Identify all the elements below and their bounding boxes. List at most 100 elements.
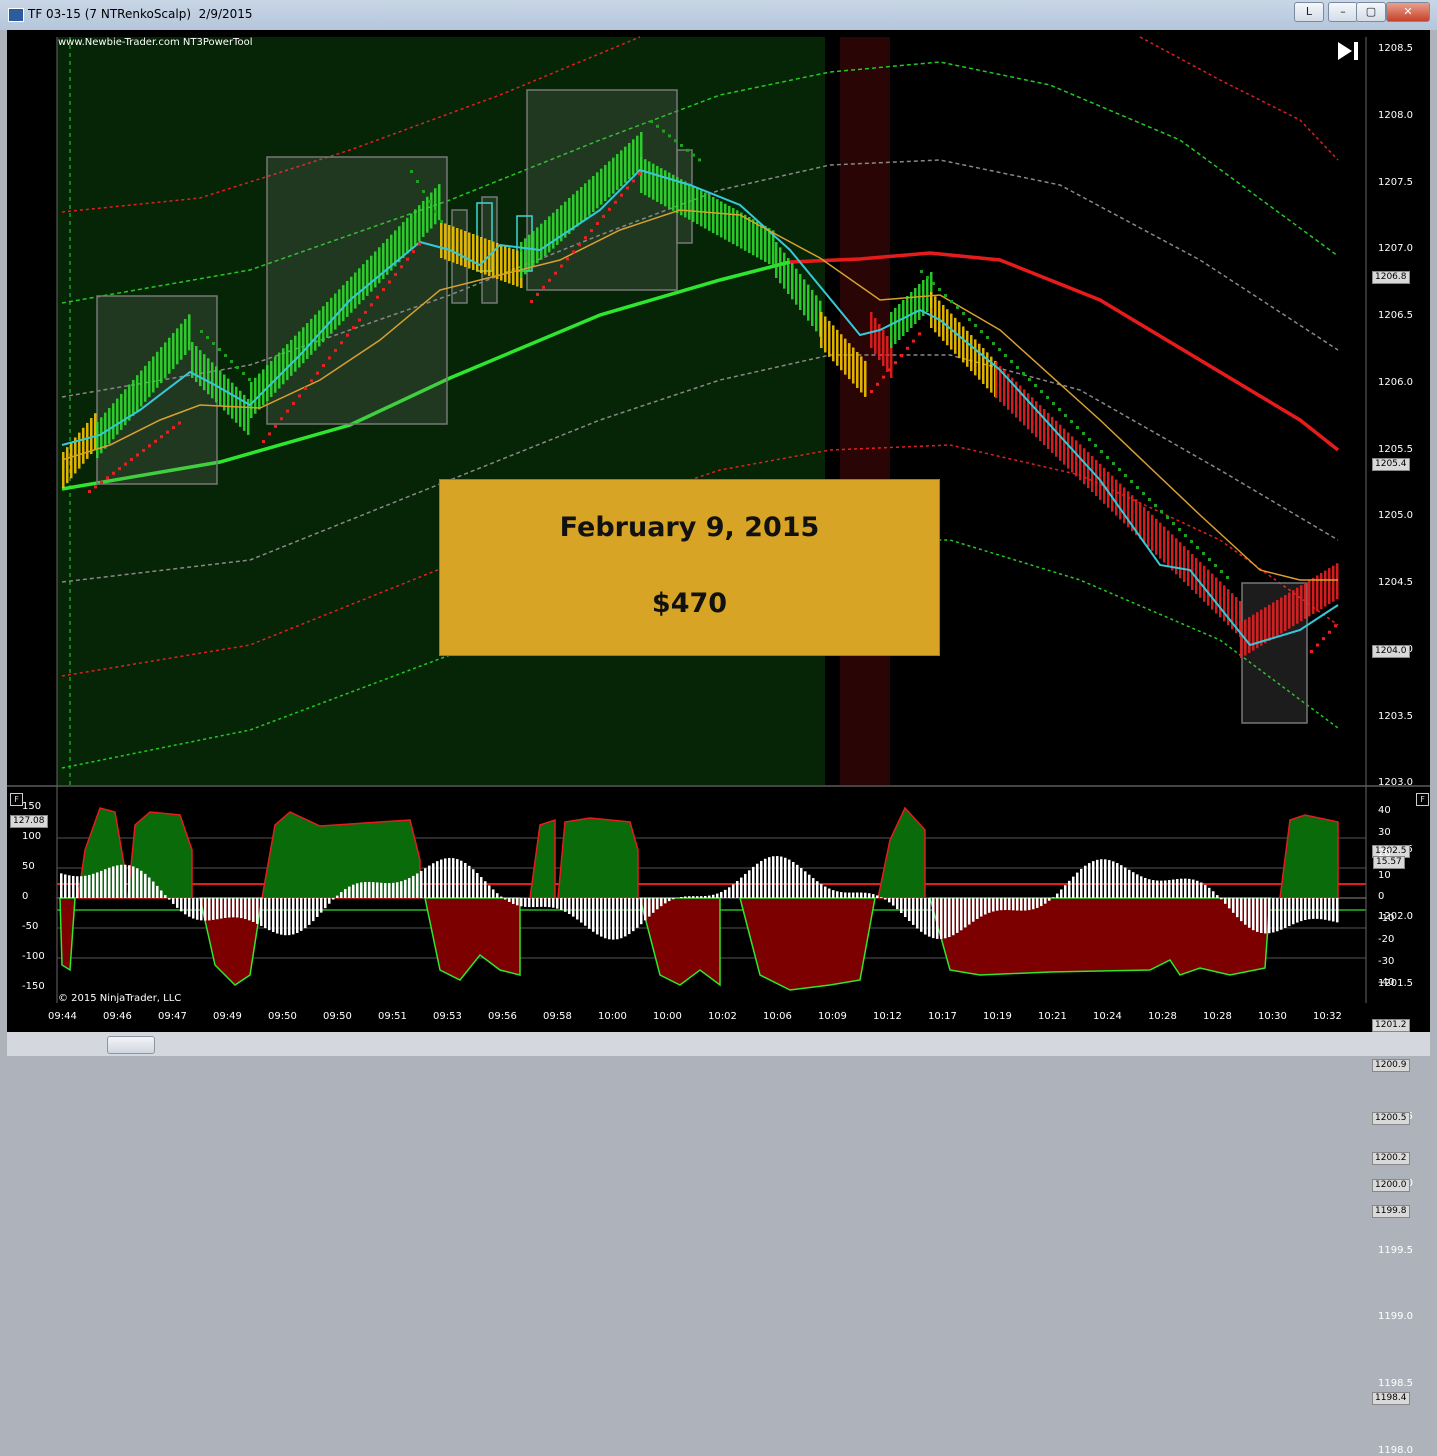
- histogram-bar: [692, 896, 695, 898]
- renko-bar: [688, 184, 691, 220]
- renko-bar: [378, 247, 381, 283]
- renko-bar: [870, 312, 873, 348]
- renko-bar: [1183, 546, 1186, 582]
- price-tick-label: 1208.5: [1378, 43, 1413, 54]
- skip-to-end-icon[interactable]: [1336, 40, 1360, 62]
- renko-bar: [160, 347, 163, 383]
- stop-dot: [626, 187, 629, 190]
- scrollbar-thumb[interactable]: [107, 1036, 155, 1054]
- histogram-bar: [300, 898, 303, 931]
- histogram-bar: [608, 898, 611, 939]
- histogram-bar: [948, 898, 951, 937]
- renko-bar: [136, 375, 139, 411]
- renko-bar: [783, 253, 786, 289]
- histogram-bar: [580, 898, 583, 923]
- stop-dot: [1310, 650, 1313, 653]
- stop-dot: [1196, 546, 1199, 549]
- histogram-bar: [1108, 860, 1111, 898]
- renko-bar: [1163, 527, 1166, 563]
- histogram-bar: [1072, 877, 1075, 898]
- stop-dot: [412, 250, 415, 253]
- histogram-bar: [1192, 880, 1195, 898]
- renko-bar: [1328, 568, 1331, 604]
- time-tick-label: 10:28: [1203, 1011, 1232, 1022]
- histogram-bar: [1104, 859, 1107, 898]
- renko-bar: [211, 362, 214, 398]
- renko-bar: [1059, 425, 1062, 461]
- histogram-bar: [1280, 898, 1283, 930]
- stop-dot: [1106, 456, 1109, 459]
- histogram-bar: [672, 898, 675, 899]
- renko-bar: [227, 379, 230, 415]
- time-tick-label: 10:09: [818, 1011, 847, 1022]
- panel-f-button-right[interactable]: F: [1416, 793, 1429, 806]
- histogram-bar: [352, 885, 355, 898]
- histogram-bar: [544, 898, 547, 907]
- renko-bar: [934, 296, 937, 332]
- time-tick-label: 10:21: [1038, 1011, 1067, 1022]
- stop-dot: [1160, 510, 1163, 513]
- stop-dot: [298, 394, 301, 397]
- stop-dot: [230, 360, 233, 363]
- histogram-bar: [704, 896, 707, 898]
- renko-bar: [636, 136, 639, 172]
- histogram-bar: [888, 898, 891, 902]
- histogram-bar: [540, 898, 543, 907]
- stop-dot: [1214, 564, 1217, 567]
- histogram-bar: [1000, 898, 1003, 910]
- histogram-bar: [832, 890, 835, 898]
- histogram-bar: [384, 883, 387, 898]
- stop-dot: [674, 139, 677, 142]
- histogram-bar: [1048, 898, 1051, 901]
- histogram-bar: [652, 898, 655, 913]
- histogram-bar: [536, 898, 539, 907]
- histogram-bar: [616, 898, 619, 939]
- histogram-bar: [368, 882, 371, 898]
- histogram-bar: [1240, 898, 1243, 921]
- histogram-bar: [312, 898, 315, 921]
- histogram-bar: [116, 865, 119, 898]
- renko-bar: [223, 375, 226, 411]
- renko-bar: [346, 281, 349, 317]
- renko-bar: [1199, 562, 1202, 598]
- histogram-bar: [996, 898, 999, 911]
- renko-bar: [492, 242, 495, 278]
- stop-dot: [322, 364, 325, 367]
- renko-bar: [1248, 617, 1251, 653]
- histogram-bar: [588, 898, 591, 929]
- histogram-bar: [1040, 898, 1043, 906]
- histogram-bar: [364, 882, 367, 898]
- renko-bar: [1083, 448, 1086, 484]
- renko-bar: [362, 264, 365, 300]
- renko-bar: [203, 354, 206, 390]
- histogram-bar: [1148, 879, 1151, 898]
- renko-bar: [156, 352, 159, 388]
- renko-bar: [536, 227, 539, 263]
- stop-dot: [614, 201, 617, 204]
- histogram-bar: [512, 898, 515, 904]
- histogram-bar: [1180, 879, 1183, 898]
- renko-bar: [314, 315, 317, 351]
- stop-dot: [906, 347, 909, 350]
- histogram-bar: [296, 898, 299, 933]
- renko-bar: [152, 356, 155, 392]
- histogram-bar: [164, 895, 167, 898]
- histogram-bar: [916, 898, 919, 929]
- histogram-bar: [728, 887, 731, 898]
- renko-bar: [278, 353, 281, 389]
- stop-dot: [166, 431, 169, 434]
- time-tick-label: 09:58: [543, 1011, 572, 1022]
- osc-left-tick-label: 50: [22, 861, 35, 872]
- histogram-bar: [1128, 870, 1131, 898]
- renko-bar: [544, 220, 547, 256]
- histogram-bar: [572, 898, 575, 917]
- horizontal-scrollbar[interactable]: [7, 1032, 1430, 1056]
- histogram-bar: [816, 881, 819, 898]
- renko-bar: [612, 158, 615, 194]
- renko-bar: [898, 304, 901, 340]
- renko-bar: [1071, 436, 1074, 472]
- renko-bar: [504, 246, 507, 282]
- stop-dot: [178, 422, 181, 425]
- stop-dot: [876, 383, 879, 386]
- histogram-bar: [784, 858, 787, 898]
